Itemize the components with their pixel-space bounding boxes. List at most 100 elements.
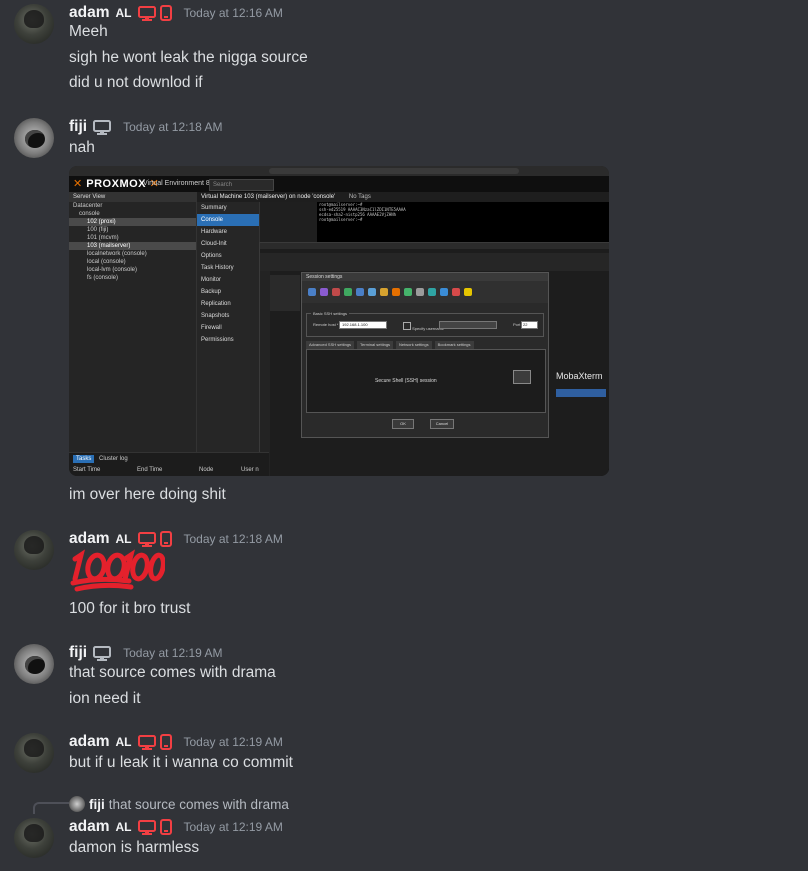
secure-shell-label: Secure Shell (SSH) session [375, 378, 437, 384]
desktop-icon [137, 819, 156, 835]
vnc-icon [368, 288, 376, 296]
avatar[interactable] [14, 530, 54, 570]
message-text: did u not downlod if [69, 74, 203, 91]
username[interactable]: fiji [69, 644, 87, 662]
message-header: fiji Today at 12:19 AM [69, 642, 223, 664]
mobile-icon [159, 5, 172, 21]
sftp-icon [392, 288, 400, 296]
message-text: 100 for it bro trust [69, 600, 191, 617]
tree-item: 102 (proxi) [69, 218, 196, 226]
basic-ssh-settings: Basic SSH settings Remote host * 192.168… [306, 311, 544, 337]
desktop-icon [137, 531, 156, 547]
menu-item: Summary [201, 205, 227, 211]
clan-tag[interactable]: AL [116, 6, 132, 20]
menu-item: Console [197, 214, 259, 226]
tree-item: localnetwork (console) [87, 251, 147, 257]
timestamp[interactable]: Today at 12:19 AM [184, 820, 283, 834]
message-text: that source comes with drama [69, 664, 276, 681]
ssh-tab: Advanced SSH settings [306, 341, 355, 349]
cancel-button: Cancel [430, 419, 454, 429]
ssh-panel: Secure Shell (SSH) session [306, 349, 546, 413]
xdmcp-icon [344, 288, 352, 296]
clan-tag[interactable]: AL [116, 735, 132, 749]
moba-titlebar [260, 243, 609, 249]
moba-sessions [270, 275, 300, 311]
telnet-icon [320, 288, 328, 296]
desktop-icon [93, 645, 112, 661]
key-icon [513, 370, 531, 384]
reply-avatar [69, 796, 85, 812]
ssh-tab: Network settings [396, 341, 432, 349]
ok-button: OK [392, 419, 414, 429]
avatar[interactable] [14, 118, 54, 158]
message-text: but if u leak it i wanna co commit [69, 754, 293, 771]
menu-item: Hardware [201, 229, 228, 235]
menu-item: Cloud-Init [201, 241, 227, 247]
username[interactable]: adam [69, 818, 110, 836]
message-text: damon is harmless [69, 839, 200, 856]
clan-tag[interactable]: AL [116, 820, 132, 834]
mobile-icon [159, 819, 172, 835]
console-output: root@mailserver:~# ssh-ed25519 AAAAC3Nza… [319, 202, 406, 222]
timestamp[interactable]: Today at 12:18 AM [123, 120, 222, 134]
hundred-emoji-icon[interactable] [69, 549, 166, 593]
vm-title: Virtual Machine 103 (mailserver) on node… [197, 192, 609, 202]
column-header: User n [241, 467, 259, 473]
ssh-icon [308, 288, 316, 296]
tree-item: Datacenter [73, 203, 103, 209]
moba-toolbar [260, 253, 609, 271]
desktop-icon [137, 734, 156, 750]
resource-tree: Server View Datacenter console 102 (prox… [69, 192, 197, 452]
checkbox [403, 322, 411, 330]
message-header: adam AL Today at 12:18 AM [69, 528, 283, 550]
session-dialog: Session settings Basic SSH settings Remo… [301, 272, 549, 438]
avatar[interactable] [14, 818, 54, 858]
menu-item: Permissions [201, 337, 234, 343]
port-input: 22 [521, 321, 538, 329]
reply-preview[interactable]: fiji that source comes with drama [69, 795, 289, 813]
timestamp[interactable]: Today at 12:16 AM [184, 6, 283, 20]
shell-icon [428, 288, 436, 296]
moba-sidebar [260, 271, 270, 476]
tree-item: 100 (fiji) [87, 227, 109, 233]
column-header: Node [199, 467, 214, 473]
timestamp[interactable]: Today at 12:19 AM [184, 735, 283, 749]
rdp-icon [356, 288, 364, 296]
username[interactable]: adam [69, 4, 110, 22]
message-text: ion need it [69, 690, 141, 707]
avatar[interactable] [14, 644, 54, 684]
username[interactable]: adam [69, 733, 110, 751]
username[interactable]: fiji [69, 118, 87, 136]
message-text: sigh he wont leak the nigga source [69, 49, 308, 66]
menu-item: Snapshots [201, 313, 230, 319]
image-attachment[interactable]: ✕ PROXMOX ✕ Virtual Environment 8.3.0 Se… [69, 166, 609, 476]
timestamp[interactable]: Today at 12:18 AM [184, 532, 283, 546]
ssh-tab: Bookmark settings [434, 341, 474, 349]
column-header: Start Time [73, 467, 101, 473]
mobile-icon [159, 531, 172, 547]
reply-spine [33, 802, 69, 814]
username[interactable]: adam [69, 530, 110, 548]
menu-item: Monitor [201, 277, 222, 283]
tree-item: local-lvm (console) [87, 267, 138, 273]
tree-item: 103 (mailserver) [69, 242, 196, 250]
tasks-tab: Tasks [73, 455, 95, 463]
reply-author[interactable]: fiji [89, 797, 105, 812]
reply-text[interactable]: that source comes with drama [109, 797, 289, 812]
file-icon [416, 288, 424, 296]
avatar[interactable] [14, 4, 54, 44]
column-header: End Time [137, 467, 163, 473]
desktop-icon [93, 119, 112, 135]
rsh-icon [332, 288, 340, 296]
avatar[interactable] [14, 733, 54, 773]
session-types [302, 281, 548, 303]
clan-tag[interactable]: AL [116, 532, 132, 546]
timestamp[interactable]: Today at 12:19 AM [123, 646, 222, 660]
menu-item: Options [201, 253, 222, 259]
tree-item: 101 (mcvm) [87, 235, 119, 241]
brand: PROXMOX [86, 178, 147, 190]
mobile-icon [159, 734, 172, 750]
menu-item: Backup [201, 289, 222, 295]
address-bar [269, 168, 519, 174]
task-panel: Tasks Cluster log Start Time End Time No… [69, 452, 269, 476]
